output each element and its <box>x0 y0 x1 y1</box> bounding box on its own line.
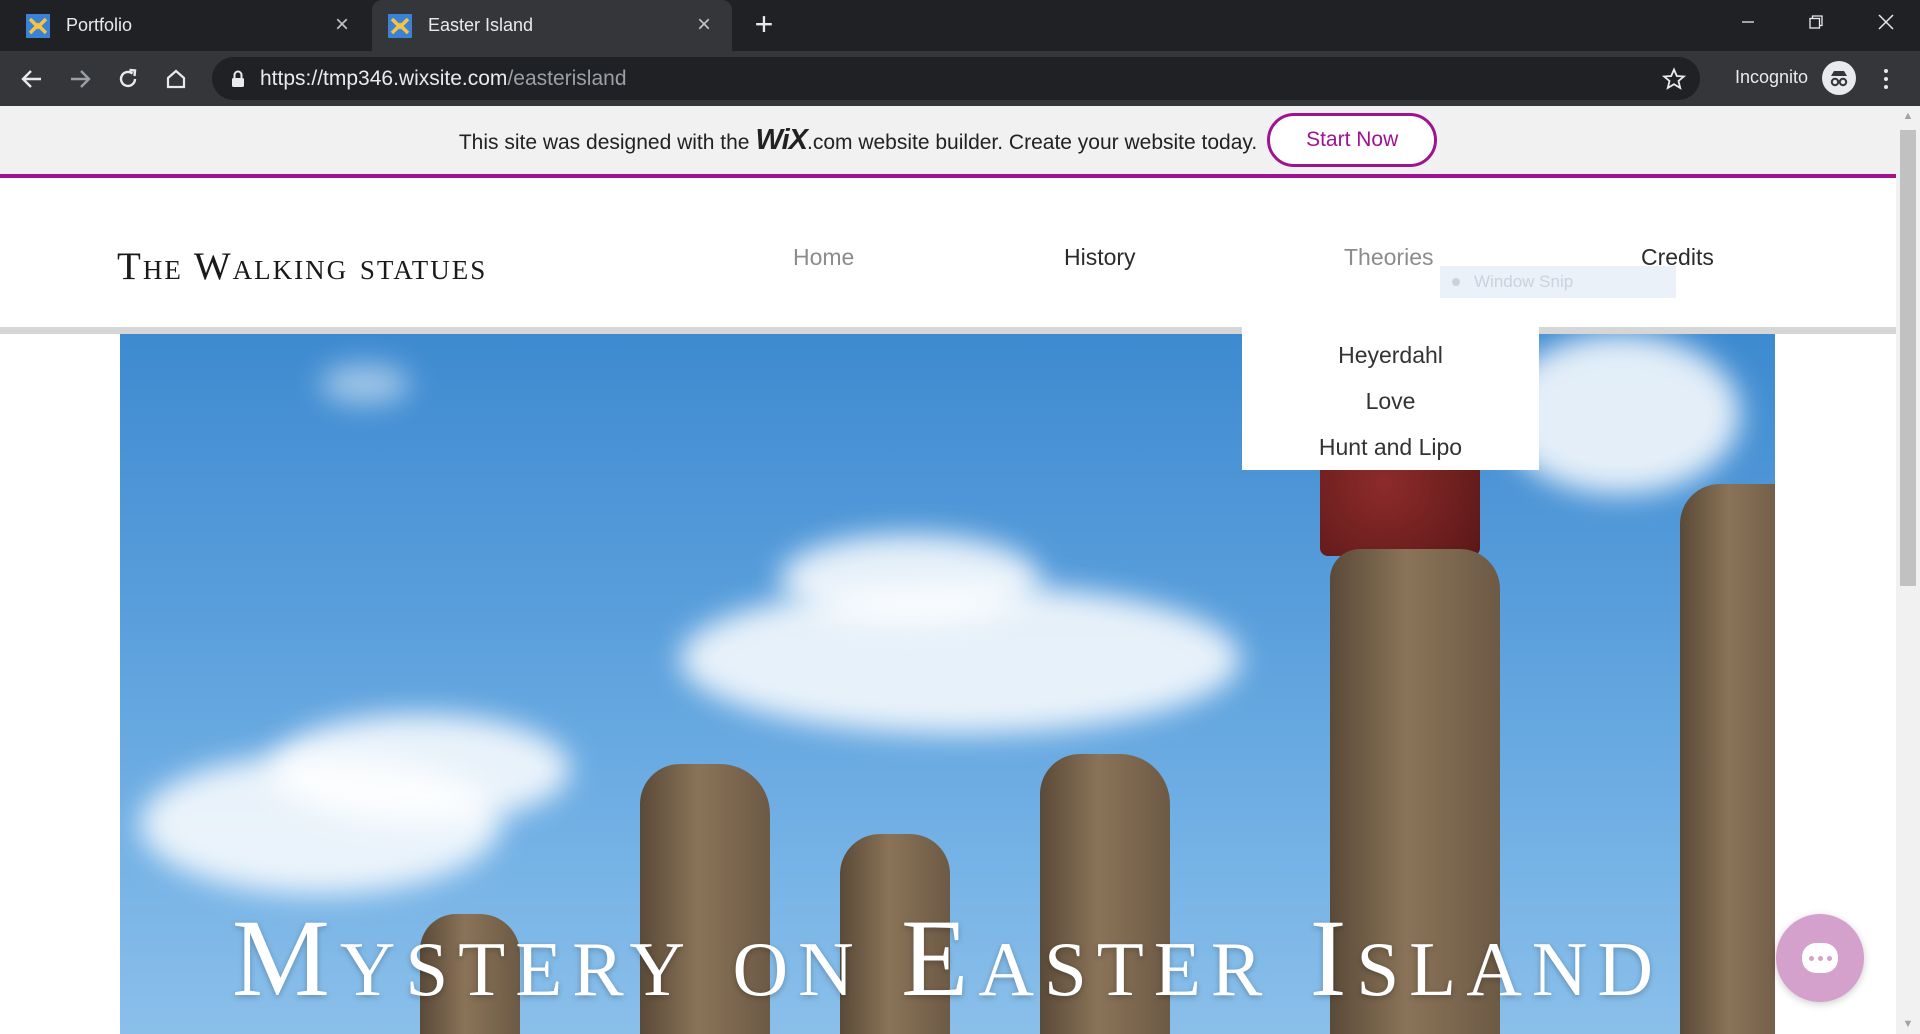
lock-icon <box>228 69 248 89</box>
cloud-image <box>780 534 1040 624</box>
tab-strip: Portfolio × Easter Island × + <box>0 0 1920 51</box>
site-header: The Walking statues Home History Theorie… <box>0 182 1896 334</box>
dropdown-item-love[interactable]: Love <box>1242 378 1539 424</box>
theories-dropdown: Heyerdahl Love Hunt and Lipo <box>1242 324 1539 470</box>
tab-portfolio[interactable]: Portfolio × <box>10 0 370 51</box>
home-icon <box>166 69 186 89</box>
reload-button[interactable] <box>110 61 146 97</box>
tab-title: Easter Island <box>428 15 534 35</box>
start-now-button[interactable]: Start Now <box>1267 113 1438 167</box>
wix-favicon-icon <box>388 13 412 38</box>
nav-home[interactable]: Home <box>793 244 854 271</box>
browser-toolbar: https://tmp346.wixsite.com/easterisland … <box>0 51 1920 106</box>
dropdown-item-hunt-and-lipo[interactable]: Hunt and Lipo <box>1242 424 1539 470</box>
wix-logo[interactable]: WiX <box>755 124 808 157</box>
banner-suffix: .com website builder. Create your websit… <box>807 130 1258 154</box>
browser-menu-icon[interactable] <box>1876 63 1896 95</box>
url-path: /easterisland <box>507 66 627 90</box>
forward-arrow-icon <box>71 70 91 88</box>
banner-prefix: This site was designed with the <box>458 130 750 154</box>
minimize-icon <box>1742 21 1754 23</box>
address-bar[interactable]: https://tmp346.wixsite.com/easterisland <box>212 57 1700 100</box>
tab-easter-island[interactable]: Easter Island × <box>372 0 732 51</box>
scroll-up-arrow-icon[interactable]: ▲ <box>1902 110 1914 122</box>
close-tab-icon[interactable]: × <box>692 12 716 38</box>
snip-dot-icon <box>1452 278 1460 286</box>
url-host: https://tmp346.wixsite.com <box>260 66 508 90</box>
nav-history[interactable]: History <box>1064 244 1136 271</box>
back-arrow-icon <box>21 70 41 88</box>
cloud-image <box>320 364 410 404</box>
incognito-icon[interactable] <box>1822 61 1856 95</box>
scroll-down-arrow-icon[interactable]: ▼ <box>1902 1018 1914 1030</box>
dropdown-item-heyerdahl[interactable]: Heyerdahl <box>1242 332 1539 378</box>
restore-icon <box>1809 15 1823 29</box>
tab-title: Portfolio <box>66 15 133 35</box>
back-button[interactable] <box>14 61 50 97</box>
wix-favicon-icon <box>26 13 50 38</box>
close-tab-icon[interactable]: × <box>330 12 354 38</box>
home-button[interactable] <box>158 61 194 97</box>
chat-bubble-icon <box>1802 943 1838 973</box>
window-snip-overlay: Window Snip <box>1440 266 1676 298</box>
scrollbar-thumb[interactable] <box>1900 130 1916 586</box>
url-text: https://tmp346.wixsite.com/easterisland <box>260 67 627 91</box>
incognito-label: Incognito <box>1735 67 1809 87</box>
close-window-button[interactable] <box>1852 0 1920 44</box>
hero-title: Mystery on Easter Island <box>231 897 1664 1019</box>
forward-button[interactable] <box>62 61 98 97</box>
chat-button[interactable] <box>1776 914 1864 1002</box>
minimize-button[interactable] <box>1714 0 1782 44</box>
banner-text: This site was designed with the WiX .com … <box>459 124 1257 157</box>
page-viewport: This site was designed with the WiX .com … <box>0 106 1920 1034</box>
new-tab-button[interactable]: + <box>747 8 781 42</box>
reload-icon <box>119 68 137 88</box>
site-logo[interactable]: The Walking statues <box>117 244 487 289</box>
cloud-image <box>270 714 570 824</box>
page-scrollbar[interactable]: ▲ ▼ <box>1896 106 1920 1034</box>
wix-ad-banner: This site was designed with the WiX .com … <box>0 106 1896 178</box>
bookmark-star-icon[interactable] <box>1660 65 1688 93</box>
window-snip-label: Window Snip <box>1474 272 1574 291</box>
restore-button[interactable] <box>1782 0 1850 44</box>
nav-theories[interactable]: Theories <box>1344 244 1433 271</box>
close-icon <box>1878 14 1894 30</box>
header-divider <box>0 327 1896 334</box>
